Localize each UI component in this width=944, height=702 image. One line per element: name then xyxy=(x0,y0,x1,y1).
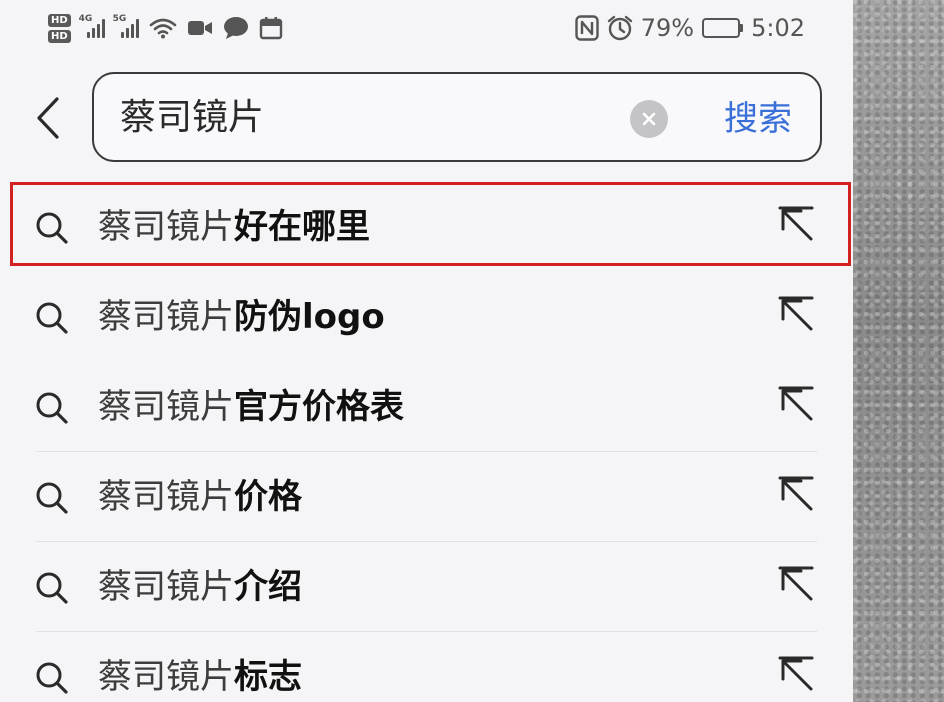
clock-time: 5:02 xyxy=(751,14,805,42)
search-query-text[interactable]: 蔡司镜片 xyxy=(120,96,264,140)
suggestion-suffix: 好在哪里 xyxy=(234,207,370,247)
arrow-up-left-icon xyxy=(778,476,814,511)
suggestion-item[interactable]: 蔡司镜片好在哪里 xyxy=(0,182,853,272)
fill-query-button[interactable] xyxy=(778,476,816,518)
suggestion-suffix: 官方价格表 xyxy=(234,387,404,427)
suggestion-base: 蔡司镜片 xyxy=(98,387,234,427)
fill-query-button[interactable] xyxy=(778,656,816,698)
suggestion-item[interactable]: 蔡司镜片防伪logo xyxy=(0,272,853,362)
signal-5g-icon: 5G xyxy=(113,14,139,38)
alarm-icon xyxy=(607,15,633,41)
suggestion-text: 蔡司镜片标志 xyxy=(98,654,302,700)
nfc-icon xyxy=(575,15,599,41)
suggestion-item[interactable]: 蔡司镜片标志 xyxy=(0,632,853,702)
suggestion-suffix: 防伪logo xyxy=(234,297,385,337)
fill-query-button[interactable] xyxy=(778,386,816,428)
search-input[interactable]: 蔡司镜片 搜索 xyxy=(92,72,822,162)
suggestion-list: 蔡司镜片好在哪里 蔡司镜片防伪logo 蔡司镜片官方价格表 蔡司镜片价格 蔡司镜… xyxy=(0,182,853,702)
hd-icon: HD xyxy=(48,13,71,27)
suggestion-base: 蔡司镜片 xyxy=(98,567,234,607)
status-bar: HD HD 4G 5G 79% 5:02 xyxy=(0,0,853,56)
fill-query-button[interactable] xyxy=(778,296,816,338)
back-chevron-icon xyxy=(37,97,59,139)
suggestion-item[interactable]: 蔡司镜片价格 xyxy=(0,452,853,542)
battery-icon xyxy=(702,18,744,38)
arrow-up-left-icon xyxy=(778,296,814,331)
fill-query-button[interactable] xyxy=(778,206,816,248)
suggestion-base: 蔡司镜片 xyxy=(98,477,234,517)
clear-button[interactable] xyxy=(630,100,668,138)
status-left: HD HD 4G 5G xyxy=(48,6,283,50)
search-icon xyxy=(34,210,70,250)
wifi-icon xyxy=(149,17,177,39)
signal-4g-icon: 4G xyxy=(79,14,105,38)
calendar-icon xyxy=(259,16,283,40)
arrow-up-left-icon xyxy=(778,206,814,241)
back-button[interactable] xyxy=(26,92,70,144)
arrow-up-left-icon xyxy=(778,566,814,601)
clear-icon xyxy=(642,112,656,126)
arrow-up-left-icon xyxy=(778,386,814,421)
suggestion-text: 蔡司镜片价格 xyxy=(98,474,302,520)
suggestion-item[interactable]: 蔡司镜片介绍 xyxy=(0,542,853,632)
search-icon xyxy=(34,660,70,700)
background-texture xyxy=(853,0,944,702)
search-icon xyxy=(34,300,70,340)
search-icon xyxy=(34,390,70,430)
suggestion-base: 蔡司镜片 xyxy=(98,297,234,337)
battery-percent: 79% xyxy=(640,14,695,42)
hd-indicator: HD HD xyxy=(48,13,71,43)
suggestion-base: 蔡司镜片 xyxy=(98,207,234,247)
arrow-up-left-icon xyxy=(778,656,814,691)
suggestion-base: 蔡司镜片 xyxy=(98,657,234,697)
suggestion-text: 蔡司镜片好在哪里 xyxy=(98,204,370,250)
hd-icon: HD xyxy=(48,29,71,43)
search-icon xyxy=(34,570,70,610)
phone-screen: HD HD 4G 5G 79% 5:02 蔡司镜片 搜索 蔡司镜片好在哪里 蔡司… xyxy=(0,0,853,702)
suggestion-text: 蔡司镜片介绍 xyxy=(98,564,302,610)
suggestion-suffix: 价格 xyxy=(234,477,302,517)
suggestion-suffix: 标志 xyxy=(234,657,302,697)
suggestion-item[interactable]: 蔡司镜片官方价格表 xyxy=(0,362,853,452)
status-right: 79% 5:02 xyxy=(575,8,805,48)
video-icon xyxy=(187,19,213,37)
suggestion-suffix: 介绍 xyxy=(234,567,302,607)
search-icon xyxy=(34,480,70,520)
message-icon xyxy=(223,16,249,40)
suggestion-text: 蔡司镜片防伪logo xyxy=(98,294,385,340)
suggestion-text: 蔡司镜片官方价格表 xyxy=(98,384,404,430)
fill-query-button[interactable] xyxy=(778,566,816,608)
search-submit-button[interactable]: 搜索 xyxy=(724,98,792,140)
